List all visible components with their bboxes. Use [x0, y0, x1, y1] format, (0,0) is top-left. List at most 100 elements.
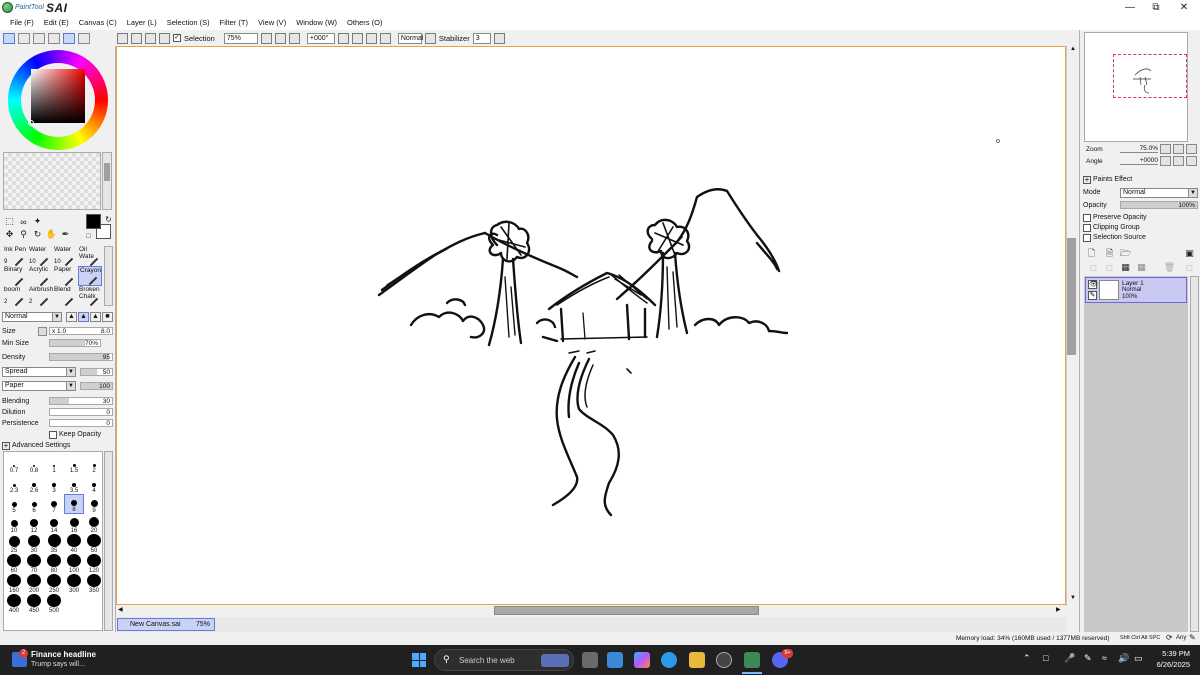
brush-size-cell[interactable]: 50	[84, 534, 104, 554]
brush-oil-water[interactable]: Oil Wate	[78, 246, 102, 267]
spread-slider[interactable]: 50	[80, 368, 113, 376]
brush-size-cell[interactable]: 120	[84, 554, 104, 574]
palette-mode-icon[interactable]	[63, 32, 75, 44]
battery-icon[interactable]: ▭	[1134, 653, 1143, 664]
size-slider[interactable]: x 1.0 8.0	[49, 327, 113, 335]
angle-field[interactable]: +000°	[306, 32, 335, 44]
min-size-slider[interactable]: 70%	[49, 339, 101, 347]
brush-boom[interactable]: boom 2	[3, 286, 27, 307]
brush-size-cell[interactable]: 350	[84, 574, 104, 594]
layer-panel-toggle-icon[interactable]: ▣	[1184, 248, 1195, 259]
zoom-in-icon[interactable]	[274, 32, 286, 44]
transfer-down-icon[interactable]: □	[1088, 262, 1099, 273]
scratchpad[interactable]	[3, 152, 101, 210]
eye-visibility-icon[interactable]: 👁	[1088, 280, 1098, 289]
new-layer-icon[interactable]: 🗋	[1086, 248, 1097, 259]
zoom-fit-icon[interactable]	[288, 32, 300, 44]
brush-size-cell[interactable]: 250	[44, 574, 64, 594]
brush-size-cell[interactable]: 450	[24, 594, 44, 614]
microphone-icon[interactable]: 🎤	[1064, 653, 1075, 664]
color-picker-cursor[interactable]	[28, 120, 34, 126]
lasso-icon[interactable]: ∞	[18, 216, 29, 227]
menu-file[interactable]: File (F)	[5, 18, 39, 27]
saturation-value-square[interactable]	[31, 69, 85, 123]
merge-down-icon[interactable]: □	[1104, 262, 1115, 273]
swatches-mode-icon[interactable]	[48, 32, 60, 44]
stabilizer-field[interactable]: 3	[472, 32, 491, 44]
taskbar-search-box[interactable]: ⚲ Search the web	[434, 649, 574, 671]
brush-size-cell[interactable]: 35	[44, 534, 64, 554]
zoom-out-icon[interactable]	[260, 32, 272, 44]
menu-layer[interactable]: Layer (L)	[122, 18, 162, 27]
scroll-left-icon[interactable]: ◀	[118, 606, 127, 615]
brush-size-cell[interactable]: 2.6	[24, 474, 44, 494]
brush-size-cell[interactable]: 25	[4, 534, 24, 554]
undo-icon[interactable]	[117, 32, 128, 44]
scroll-right-icon[interactable]: ▶	[1056, 606, 1065, 615]
brush-size-cell[interactable]: 40	[64, 534, 84, 554]
news-subtitle[interactable]: Trump says will...	[31, 661, 85, 668]
pen-edit-icon[interactable]: ✎	[1088, 291, 1097, 300]
brush-water-2[interactable]: Water 10	[53, 246, 77, 267]
clock-app-icon[interactable]	[716, 652, 732, 668]
brush-shape-soft-icon[interactable]: ▲	[78, 312, 89, 322]
foreground-color-swatch[interactable]	[86, 214, 101, 229]
apply-mask-icon[interactable]: ▦	[1136, 262, 1147, 273]
expand-plus-icon[interactable]: +	[2, 442, 10, 450]
clear-layer-icon[interactable]: ▦	[1120, 262, 1131, 273]
chevron-up-icon[interactable]: ⌃	[1023, 653, 1031, 664]
clock-time[interactable]: 5:39 PM	[1148, 649, 1190, 658]
menu-view[interactable]: View (V)	[253, 18, 291, 27]
navigator-view-rect[interactable]	[1113, 54, 1187, 98]
brush-size-cell[interactable]: 1.5	[64, 454, 84, 474]
deselect-icon[interactable]	[145, 32, 156, 44]
delete-mask-icon[interactable]: □	[1184, 262, 1195, 273]
brush-size-cell[interactable]: 4	[84, 474, 104, 494]
brush-size-cell[interactable]: 60	[4, 554, 24, 574]
spread-dropdown[interactable]: Spread ▼	[2, 367, 76, 377]
layer-opacity-slider[interactable]: 100%	[1120, 201, 1198, 209]
brush-crayon[interactable]: Crayon	[78, 266, 102, 286]
flip-icon[interactable]	[379, 32, 391, 44]
file-explorer-icon[interactable]	[689, 652, 705, 668]
brush-broken-chalk[interactable]: Broken Chalk	[78, 286, 102, 307]
size-lock-icon[interactable]	[38, 327, 47, 336]
layer-mode-dropdown[interactable]: Normal ▼	[1120, 188, 1198, 198]
brush-size-cell[interactable]: 9	[84, 494, 104, 514]
mirror-icon[interactable]	[424, 32, 436, 44]
dilution-slider[interactable]: 0	[49, 408, 113, 416]
invert-selection-icon[interactable]	[159, 32, 170, 44]
rect-select-icon[interactable]: ⬚	[4, 216, 15, 227]
nav-rotate-left-icon[interactable]	[1160, 156, 1171, 166]
menu-others[interactable]: Others (O)	[342, 18, 387, 27]
store-icon[interactable]	[607, 652, 623, 668]
layer-list-scrollbar[interactable]	[1190, 276, 1199, 632]
document-tab[interactable]: New Canvas.sai 75%	[117, 618, 215, 631]
move-icon[interactable]: ✥	[4, 229, 15, 240]
brush-size-cell[interactable]: 160	[4, 574, 24, 594]
brush-size-cell[interactable]: 7	[44, 494, 64, 514]
close-icon[interactable]: ✕	[1170, 0, 1198, 14]
expand-plus-icon[interactable]: +	[1083, 176, 1091, 184]
redo-icon[interactable]	[131, 32, 142, 44]
brush-size-cell[interactable]: 3.5	[64, 474, 84, 494]
new-folder-icon[interactable]: 🗁	[1120, 248, 1131, 259]
brush-size-cell[interactable]: 30	[24, 534, 44, 554]
brush-size-cell[interactable]: 400	[4, 594, 24, 614]
zoom-tool-icon[interactable]: ⚲	[18, 229, 29, 240]
brush-size-cell[interactable]: 0.7	[4, 454, 24, 474]
brush-size-cell[interactable]: 14	[44, 514, 64, 534]
brush-size-cell[interactable]: 5	[4, 494, 24, 514]
nav-zoom-reset-icon[interactable]	[1186, 144, 1197, 154]
delete-layer-icon[interactable]: 🗑	[1164, 262, 1175, 273]
rotate-left-icon[interactable]	[337, 32, 349, 44]
eyedropper-icon[interactable]: ✒	[60, 229, 71, 240]
brush-shape-hard-icon[interactable]: ▲	[66, 312, 77, 322]
color-wheel-mode-icon[interactable]	[3, 32, 15, 44]
brush-shape-flat-icon[interactable]: ■	[102, 312, 113, 322]
brush-size-cell[interactable]: 20	[84, 514, 104, 534]
zoom-field[interactable]: 75%	[223, 32, 258, 44]
brush-binary[interactable]: Binary	[3, 266, 27, 287]
rotate-right-icon[interactable]	[351, 32, 363, 44]
blending-slider[interactable]: 30	[49, 397, 113, 405]
